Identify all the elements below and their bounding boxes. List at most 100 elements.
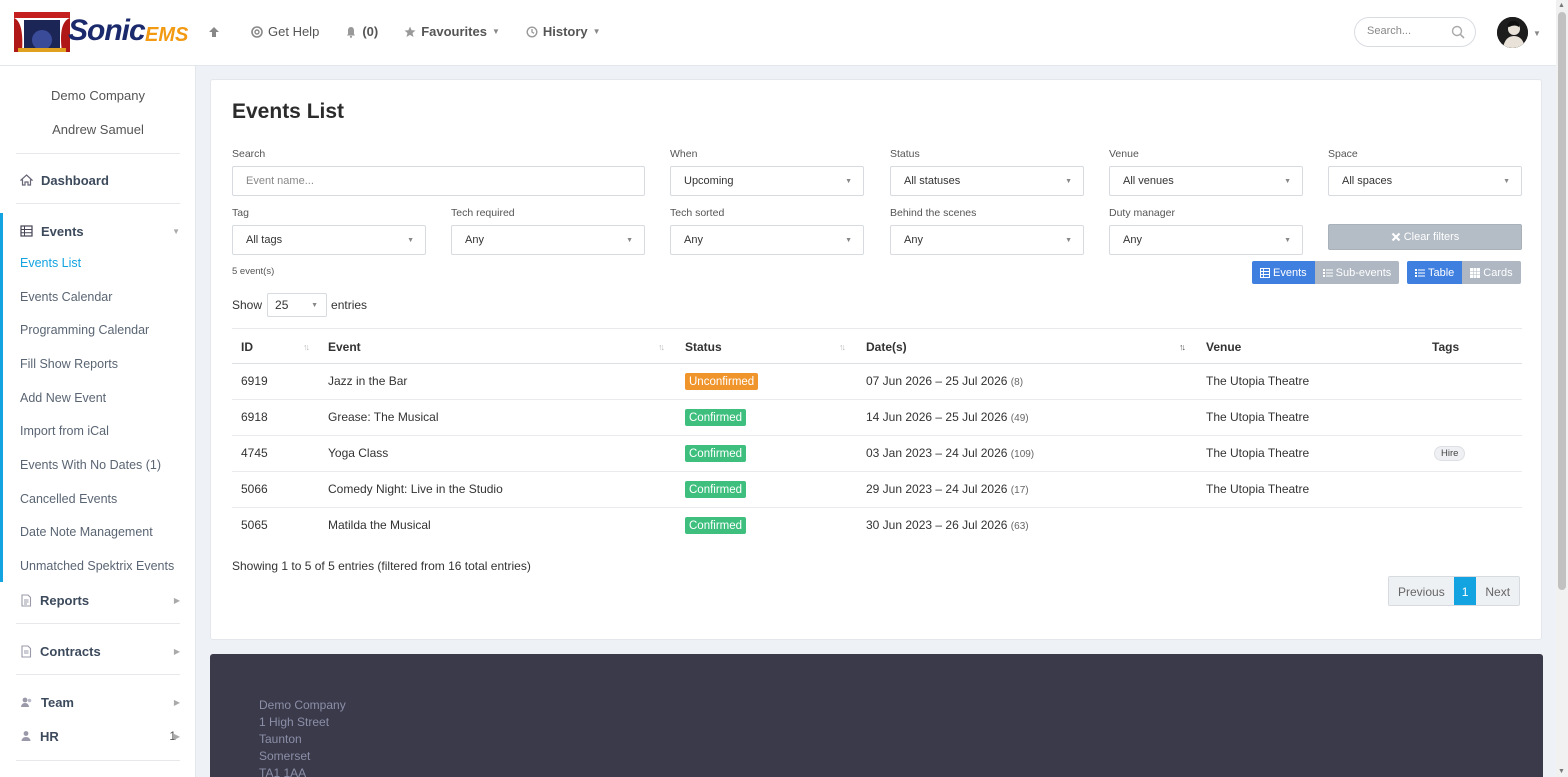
space-filter-value: All spaces <box>1342 175 1393 187</box>
tech-required-filter-select[interactable]: Any ▼ <box>451 225 645 255</box>
tag-filter-select[interactable]: All tags ▼ <box>232 225 426 255</box>
cards-view-button[interactable]: Cards <box>1462 261 1521 284</box>
sidebar-subitem-import-ical[interactable]: Import from iCal <box>20 424 109 438</box>
get-help-link[interactable]: Get Help <box>251 24 319 39</box>
cell-event[interactable]: Yoga Class <box>328 446 388 460</box>
sidebar-subitem-cancelled-events[interactable]: Cancelled Events <box>20 492 117 506</box>
table-row[interactable]: 4745 Yoga Class Confirmed 03 Jan 2023 – … <box>232 436 1522 472</box>
column-header-tags[interactable]: Tags <box>1432 340 1459 354</box>
when-filter-select[interactable]: Upcoming ▼ <box>670 166 864 196</box>
sidebar-item-hr[interactable]: HR 1 ▶ <box>0 722 196 750</box>
sidebar-item-events[interactable]: Events ▼ <box>0 217 196 245</box>
favourites-menu[interactable]: Favourites ▼ <box>404 24 500 39</box>
pagination-previous[interactable]: Previous <box>1389 577 1454 605</box>
table-row[interactable]: 5066 Comedy Night: Live in the Studio Co… <box>232 472 1522 508</box>
sonic-ems-logo[interactable]: Sonic EMS <box>14 12 188 52</box>
top-nav: Get Help (0) Favourites ▼ History ▼ <box>208 24 627 39</box>
duty-manager-filter-select[interactable]: Any ▼ <box>1109 225 1303 255</box>
chevron-right-icon: ▶ <box>173 697 180 707</box>
sidebar-subitem-unmatched-spektrix[interactable]: Unmatched Spektrix Events <box>20 559 174 573</box>
events-table: ID ↑↓ Event ↑↓ Status ↑↓ Date(s) ↑↓ Venu… <box>232 328 1522 544</box>
table-row[interactable]: 6919 Jazz in the Bar Unconfirmed 07 Jun … <box>232 364 1522 400</box>
scrollbar-thumb[interactable] <box>1558 12 1566 590</box>
user-avatar[interactable] <box>1497 17 1528 48</box>
footer-postcode: TA1 1AA <box>259 766 307 777</box>
table-row[interactable]: 6918 Grease: The Musical Confirmed 14 Ju… <box>232 400 1522 436</box>
table-row[interactable]: 5065 Matilda the Musical Confirmed 30 Ju… <box>232 508 1522 544</box>
cell-dates: 14 Jun 2026 – 25 Jul 2026 (49) <box>866 410 1029 424</box>
scroll-down-arrow-icon[interactable]: ▼ <box>1558 768 1565 775</box>
sidebar-item-team[interactable]: Team ▶ <box>0 688 196 716</box>
sidebar-item-label: HR <box>40 728 59 744</box>
date-range: 30 Jun 2023 – 26 Jul 2026 <box>866 518 1008 532</box>
pagination-page-current[interactable]: 1 <box>1453 577 1477 605</box>
cell-event[interactable]: Comedy Night: Live in the Studio <box>328 482 503 496</box>
chevron-down-icon: ▼ <box>491 27 500 36</box>
avatar-image <box>1497 17 1528 48</box>
page-scrollbar[interactable]: ▲ ▼ <box>1556 0 1568 777</box>
tech-required-filter-value: Any <box>465 234 484 246</box>
sidebar-divider <box>16 760 180 761</box>
table-icon <box>20 225 33 237</box>
status-filter-select[interactable]: All statuses ▼ <box>890 166 1084 196</box>
cell-dates: 07 Jun 2026 – 25 Jul 2026 (8) <box>866 374 1023 388</box>
entries-per-page-select[interactable]: 25 ▼ <box>267 293 328 317</box>
scroll-top-button[interactable] <box>208 26 225 38</box>
date-count: (109) <box>1010 449 1035 460</box>
history-menu[interactable]: History ▼ <box>526 24 601 39</box>
sidebar-subitem-programming-calendar[interactable]: Programming Calendar <box>20 323 149 337</box>
events-list-card: Events List Search When Upcoming ▼ Statu… <box>210 79 1542 640</box>
when-filter-label: When <box>670 148 698 160</box>
sort-ascending-icon[interactable]: ↑↓ <box>1179 342 1186 352</box>
sidebar-subitem-events-list[interactable]: Events List <box>20 256 81 270</box>
subevents-view-label: Sub-events <box>1335 266 1392 279</box>
column-header-event[interactable]: Event <box>328 340 361 354</box>
sidebar-subitem-date-note-management[interactable]: Date Note Management <box>20 525 153 539</box>
cell-event[interactable]: Jazz in the Bar <box>328 374 407 388</box>
sidebar-item-contracts[interactable]: Contracts ▶ <box>0 637 196 665</box>
sidebar-item-label: Dashboard <box>41 172 109 188</box>
table-view-button[interactable]: Table <box>1407 261 1463 284</box>
search-filter-field[interactable] <box>232 166 645 196</box>
cell-event[interactable]: Matilda the Musical <box>328 518 431 532</box>
cell-event[interactable]: Grease: The Musical <box>328 410 439 424</box>
user-menu-chevron-icon[interactable]: ▼ <box>1533 29 1541 38</box>
sort-icon[interactable]: ↑↓ <box>303 342 310 352</box>
sidebar-item-dashboard[interactable]: Dashboard <box>0 166 196 194</box>
sort-icon[interactable]: ↑↓ <box>658 342 665 352</box>
grid-icon <box>1470 267 1481 278</box>
column-header-dates[interactable]: Date(s) <box>866 340 907 354</box>
tech-sorted-filter-select[interactable]: Any ▼ <box>670 225 864 255</box>
date-count: (63) <box>1010 521 1029 532</box>
space-filter-select[interactable]: All spaces ▼ <box>1328 166 1522 196</box>
sidebar-item-reports[interactable]: Reports ▶ <box>0 586 196 614</box>
behind-scenes-filter-value: Any <box>904 234 923 246</box>
subevents-view-button[interactable]: Sub-events <box>1314 261 1400 284</box>
global-search-input[interactable] <box>1367 25 1451 37</box>
scroll-up-arrow-icon[interactable]: ▲ <box>1558 2 1565 9</box>
global-search[interactable] <box>1354 17 1476 47</box>
cell-id: 5066 <box>241 482 268 496</box>
behind-scenes-filter-select[interactable]: Any ▼ <box>890 225 1084 255</box>
search-icon[interactable] <box>1451 25 1465 39</box>
column-header-venue[interactable]: Venue <box>1206 340 1241 354</box>
sidebar-subitem-events-calendar[interactable]: Events Calendar <box>20 290 112 304</box>
sidebar-subitem-add-new-event[interactable]: Add New Event <box>20 391 106 405</box>
chevron-down-icon: ▼ <box>845 178 852 185</box>
cell-venue: The Utopia Theatre <box>1206 410 1310 424</box>
clear-filters-button[interactable]: Clear filters <box>1328 224 1522 250</box>
star-icon <box>404 26 416 37</box>
pagination-next[interactable]: Next <box>1476 577 1520 605</box>
venue-filter-select[interactable]: All venues ▼ <box>1109 166 1303 196</box>
sidebar-subitem-fill-show-reports[interactable]: Fill Show Reports <box>20 357 118 371</box>
event-name-search-input[interactable] <box>246 175 644 187</box>
tag-filter-label: Tag <box>232 207 249 219</box>
column-header-id[interactable]: ID <box>241 340 253 354</box>
sort-icon[interactable]: ↑↓ <box>839 342 846 352</box>
notifications-link[interactable]: (0) <box>345 24 378 39</box>
cell-id: 6918 <box>241 410 268 424</box>
sidebar-subitem-events-no-dates[interactable]: Events With No Dates (1) <box>20 458 161 472</box>
history-label: History <box>542 24 588 39</box>
events-view-button[interactable]: Events <box>1252 261 1315 284</box>
column-header-status[interactable]: Status <box>685 340 722 354</box>
